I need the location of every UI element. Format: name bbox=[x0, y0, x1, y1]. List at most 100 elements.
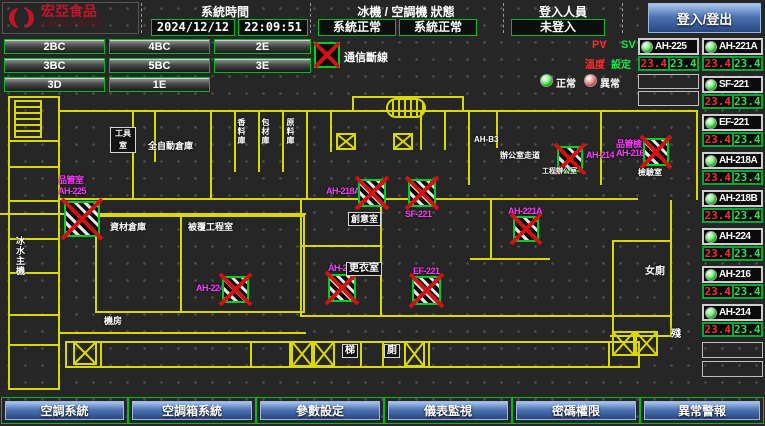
nav-button-ahu-system[interactable]: 空調箱系統 bbox=[132, 401, 252, 420]
room-label: 創意室 bbox=[348, 212, 381, 226]
wall bbox=[8, 200, 60, 202]
nav-button-ac-system[interactable]: 空調系統 bbox=[5, 401, 124, 420]
unit-name: AH-216 bbox=[719, 269, 750, 280]
wall bbox=[58, 198, 638, 200]
unit-ah-214[interactable]: AH-214 bbox=[702, 304, 763, 321]
pv-value: 23.4 bbox=[703, 95, 733, 108]
unit-ah-218a[interactable]: AH-218A bbox=[702, 152, 763, 169]
unit-ef-221-values: 23.4 23.4 bbox=[702, 132, 763, 147]
footer-cell: 空調系統 bbox=[1, 397, 128, 424]
unit-name: AH-218A bbox=[719, 155, 757, 166]
abnormal-led-icon bbox=[584, 74, 597, 87]
unit-ah-225-values: 23.4 23.4 bbox=[638, 56, 699, 71]
footer-cell: 異常警報 bbox=[640, 397, 764, 424]
sv-value: 23.4 bbox=[733, 285, 763, 298]
unit-status-led bbox=[705, 269, 717, 281]
room-label: 機房 bbox=[104, 314, 122, 327]
login-logout-button[interactable]: 登入/登出 bbox=[648, 3, 761, 33]
unit-ah-218b-values: 23.4 23.4 bbox=[702, 208, 763, 223]
machine-ah-221a[interactable] bbox=[513, 216, 539, 242]
elevator-x-icon bbox=[635, 331, 658, 356]
unit-sf-221[interactable]: SF-221 bbox=[702, 76, 763, 93]
floor-button-3bc[interactable]: 3BC bbox=[4, 58, 105, 73]
pv-value: 23.4 bbox=[639, 57, 669, 70]
unit-status-led bbox=[705, 79, 717, 91]
offline-x-icon bbox=[330, 276, 354, 300]
room-label: 冰水主機 bbox=[14, 236, 27, 276]
room-label: 女廁 bbox=[645, 262, 665, 277]
normal-led-icon bbox=[540, 74, 553, 87]
scada-hmi-screen: 宏亞食品 HUNYA FOODS 系統時間 2024/12/12 22:09:5… bbox=[0, 0, 765, 426]
comm-offline-label: 通信斷線 bbox=[344, 49, 388, 65]
nav-button-parameter-settings[interactable]: 參數設定 bbox=[260, 401, 380, 420]
unit-ef-221[interactable]: EF-221 bbox=[702, 114, 763, 131]
floor-button-3d[interactable]: 3D bbox=[4, 77, 105, 92]
room-label: AH-B3 bbox=[474, 135, 498, 144]
wall bbox=[420, 110, 422, 150]
unit-ah-216[interactable]: AH-216 bbox=[702, 266, 763, 283]
wall bbox=[612, 240, 614, 335]
machine-label-ef-221: EF-221 bbox=[413, 266, 440, 276]
login-user-header: 登入人員 bbox=[508, 3, 618, 20]
floor-button-5bc[interactable]: 5BC bbox=[109, 58, 210, 73]
footer-cell: 空調箱系統 bbox=[128, 397, 256, 424]
unit-ah-224[interactable]: AH-224 bbox=[702, 228, 763, 245]
unit-ah-221a[interactable]: AH-221A bbox=[702, 38, 763, 55]
unit-name: AH-224 bbox=[719, 231, 750, 242]
divider bbox=[141, 3, 142, 33]
wall bbox=[330, 110, 332, 152]
divider bbox=[503, 3, 504, 33]
nav-button-meter-monitor[interactable]: 儀表監視 bbox=[388, 401, 508, 420]
room-label: 原料庫 bbox=[285, 118, 296, 145]
room-label: 包材庫 bbox=[260, 118, 271, 145]
unit-ah-216-values: 23.4 23.4 bbox=[702, 284, 763, 299]
nav-button-abnormal-alarm[interactable]: 異常警報 bbox=[644, 401, 760, 420]
floor-button-2bc[interactable]: 2BC bbox=[4, 39, 105, 54]
unit-name: AH-225 bbox=[655, 41, 686, 52]
machine-ef-221[interactable] bbox=[412, 276, 441, 305]
pv-value: 23.4 bbox=[703, 247, 733, 260]
wall bbox=[300, 245, 382, 247]
wall bbox=[468, 110, 470, 185]
sv-value: 23.4 bbox=[733, 323, 763, 336]
unit-ah-225[interactable]: AH-225 bbox=[638, 38, 699, 55]
login-user-value: 未登入 bbox=[511, 19, 605, 36]
floor-button-3e[interactable]: 3E bbox=[214, 58, 311, 73]
machine-label-ah-224: AH-224 bbox=[196, 283, 224, 293]
wall bbox=[470, 258, 550, 260]
machine-ah-216[interactable] bbox=[643, 138, 669, 166]
pv-value: 23.4 bbox=[703, 209, 733, 222]
floor-button-2e[interactable]: 2E bbox=[214, 39, 311, 54]
machine-ah-218a[interactable] bbox=[358, 179, 386, 207]
stairs-icon bbox=[14, 100, 42, 138]
floor-button-1e[interactable]: 1E bbox=[109, 77, 210, 92]
machine-ah-224[interactable] bbox=[222, 276, 249, 303]
pv-header: PV bbox=[592, 39, 607, 51]
footer-cell: 儀表監視 bbox=[384, 397, 512, 424]
wall bbox=[8, 344, 60, 346]
unit-name: EF-221 bbox=[719, 117, 749, 128]
wall bbox=[210, 110, 212, 198]
wall bbox=[154, 110, 156, 162]
machine-ah-225[interactable] bbox=[64, 201, 100, 237]
abnormal-legend-label: 異常 bbox=[600, 75, 620, 90]
floor-button-4bc[interactable]: 4BC bbox=[109, 39, 210, 54]
unit-status-led bbox=[641, 41, 653, 53]
machine-sf-221[interactable] bbox=[408, 179, 436, 207]
unit-status-led bbox=[705, 193, 717, 205]
room-label: 香料庫 bbox=[236, 118, 247, 145]
machine-label-ah-214: AH-214 bbox=[586, 150, 614, 160]
machine-ah-218b[interactable] bbox=[328, 274, 356, 302]
unit-ah-218b[interactable]: AH-218B bbox=[702, 190, 763, 207]
normal-legend-label: 正常 bbox=[556, 75, 576, 90]
wall bbox=[282, 110, 284, 172]
wall bbox=[100, 341, 102, 368]
room-label: 被覆工程室 bbox=[188, 220, 233, 233]
nav-button-password-permission[interactable]: 密碼權限 bbox=[516, 401, 636, 420]
wall bbox=[490, 198, 492, 258]
room-label: 廁 bbox=[384, 344, 400, 358]
unit-ah-214-values: 23.4 23.4 bbox=[702, 322, 763, 337]
unit-sf-221-values: 23.4 23.4 bbox=[702, 94, 763, 109]
pv-value: 23.4 bbox=[703, 171, 733, 184]
pv-value: 23.4 bbox=[703, 285, 733, 298]
